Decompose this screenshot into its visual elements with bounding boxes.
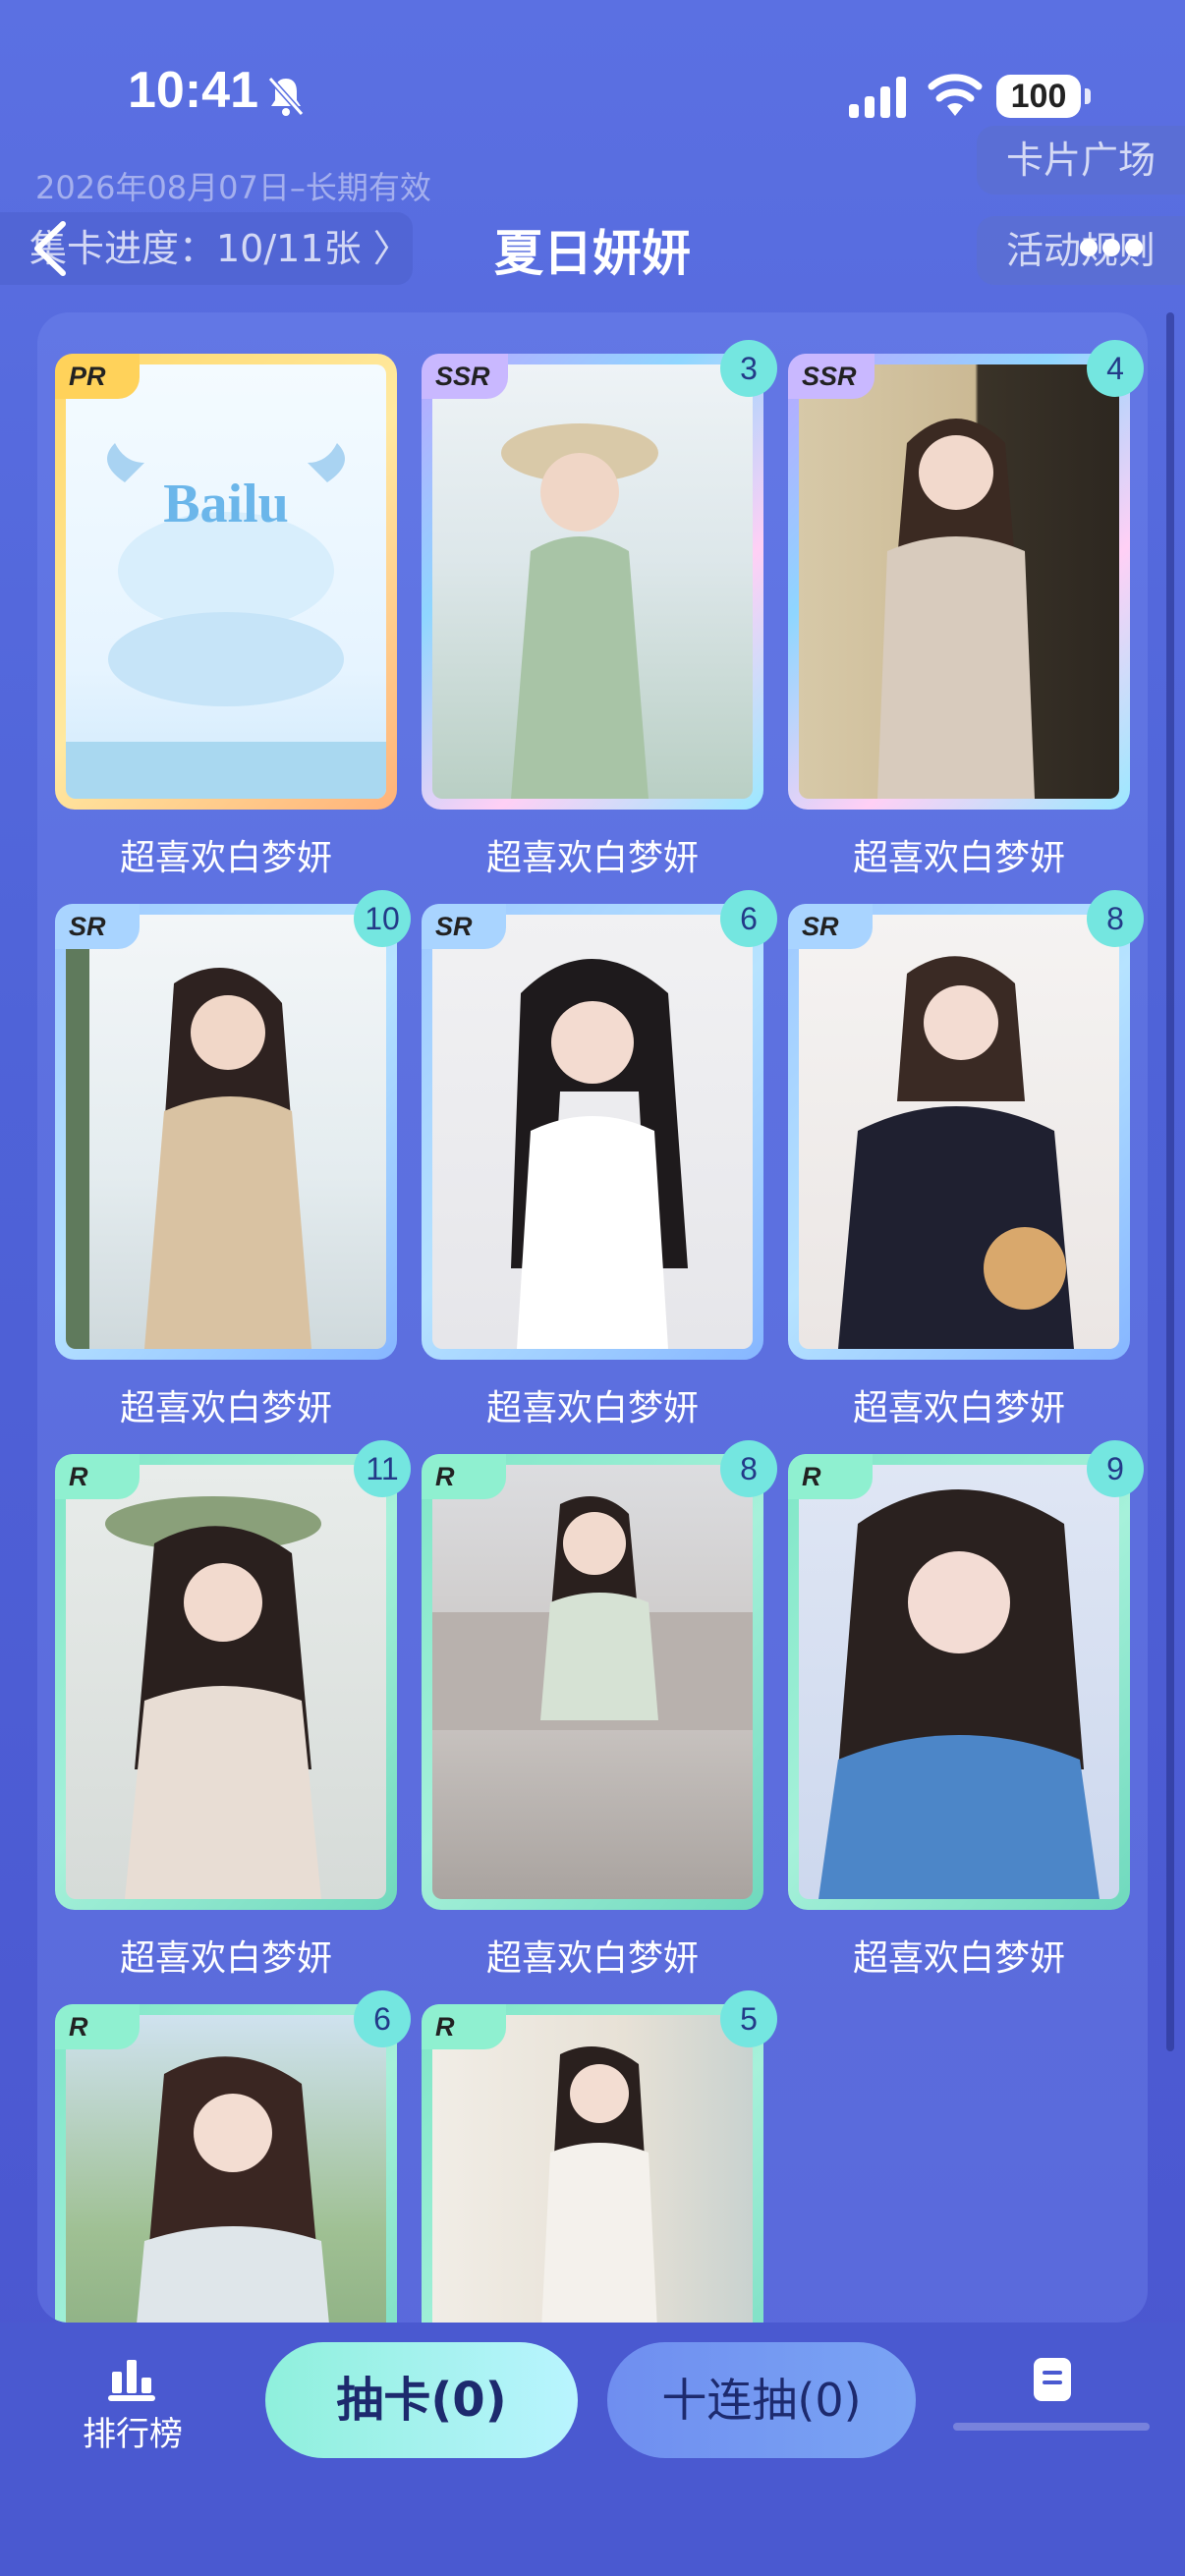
card-item[interactable]: R 9 超喜欢白梦妍 [788,1440,1144,1981]
draw-card-button[interactable]: 抽卡(0) [265,2342,578,2458]
count-badge: 10 [354,890,411,947]
card-image [432,2015,753,2323]
card-name: 超喜欢白梦妍 [119,1388,332,1428]
rarity-badge: R [55,2004,140,2049]
card-square-button[interactable]: 卡片广场 [976,126,1185,195]
card-name: 超喜欢白梦妍 [852,838,1065,878]
rarity-badge: SR [55,904,140,949]
count-badge: 4 [1087,340,1144,397]
card-item[interactable]: Bailu PR 超喜欢白梦妍 [55,354,397,880]
card-name: 超喜欢白梦妍 [119,838,332,878]
card-frame: SR 6 [422,890,777,1360]
card-item[interactable]: SSR 3 超喜欢白梦妍 [422,340,777,880]
rarity-badge: R [788,1454,873,1499]
count-badge: 11 [354,1440,411,1497]
card-name: 超喜欢白梦妍 [485,838,699,878]
card-image [432,364,753,799]
card-item[interactable]: R 6 [55,1990,411,2323]
card-name: 超喜欢白梦妍 [485,1388,699,1428]
card-name: 超喜欢白梦妍 [485,1938,699,1979]
faded-watermark-icon [953,2423,1150,2431]
card-name: 超喜欢白梦妍 [852,1388,1065,1428]
card-frame: SSR 3 [422,340,777,810]
battery-indicator: 100 [996,75,1091,118]
card-frame: SR 10 [55,890,411,1360]
card-item[interactable]: SR 8 超喜欢白梦妍 [788,890,1144,1430]
status-time: 10:41 [128,62,258,119]
card-name: 超喜欢白梦妍 [852,1938,1065,1979]
count-badge: 3 [720,340,777,397]
card-grid[interactable]: Bailu PR 超喜欢白梦妍 SSR 3 超喜欢白梦妍 SSR 4 超喜欢白梦… [37,312,1148,2323]
bailu-art-icon [66,443,386,799]
card-image [799,915,1119,1349]
rarity-badge: R [422,1454,506,1499]
count-badge: 6 [720,890,777,947]
card-image: Bailu [66,364,386,799]
count-badge: 8 [720,1440,777,1497]
card-image [799,1465,1119,1899]
card-frame: SR 8 [788,890,1144,1360]
rarity-badge: PR [55,354,140,399]
count-badge: 9 [1087,1440,1144,1497]
count-badge: 8 [1087,890,1144,947]
scrollbar[interactable] [1166,312,1174,2051]
rarity-badge: SR [422,904,506,949]
ranking-label[interactable]: 排行榜 [69,2407,197,2455]
card-image [66,915,386,1349]
card-frame: R 9 [788,1440,1144,1910]
card-frame: R 11 [55,1440,411,1910]
card-image [432,915,753,1349]
count-badge: 6 [354,1990,411,2047]
card-art-text: Bailu [163,474,289,534]
rarity-badge: R [55,1454,140,1499]
card-name: 超喜欢白梦妍 [119,1938,332,1979]
card-image [66,1465,386,1899]
ten-draw-button[interactable]: 十连抽(0) [607,2342,916,2458]
card-frame: SSR 4 [788,340,1144,810]
rarity-badge: SR [788,904,873,949]
card-item[interactable]: R 8 超喜欢白梦妍 [422,1440,777,1981]
signal-icon [849,77,906,118]
more-icon[interactable] [1079,238,1144,257]
card-item[interactable]: SR 10 超喜欢白梦妍 [55,890,411,1430]
count-badge: 5 [720,1990,777,2047]
card-frame: R 8 [422,1440,777,1910]
bell-muted-icon [267,77,305,116]
validity-text: 2026年08月07日–长期有效 [35,169,431,206]
card-image [432,1465,753,1899]
card-item[interactable]: SSR 4 超喜欢白梦妍 [788,340,1144,880]
wifi-icon [928,74,983,116]
card-frame: R 6 [55,1990,411,2323]
ranking-icon[interactable] [108,2358,155,2401]
card-frame: R 5 [422,1990,777,2323]
card-image [66,2015,386,2323]
rarity-badge: R [422,2004,506,2049]
rarity-badge: SSR [788,354,875,399]
rarity-badge: SSR [422,354,508,399]
card-item[interactable]: R 5 [422,1990,777,2323]
card-item[interactable]: R 11 超喜欢白梦妍 [55,1440,411,1981]
document-icon[interactable] [1034,2358,1071,2401]
card-item[interactable]: SR 6 超喜欢白梦妍 [422,890,777,1430]
card-image [799,364,1119,799]
card-frame: Bailu PR [55,354,397,810]
